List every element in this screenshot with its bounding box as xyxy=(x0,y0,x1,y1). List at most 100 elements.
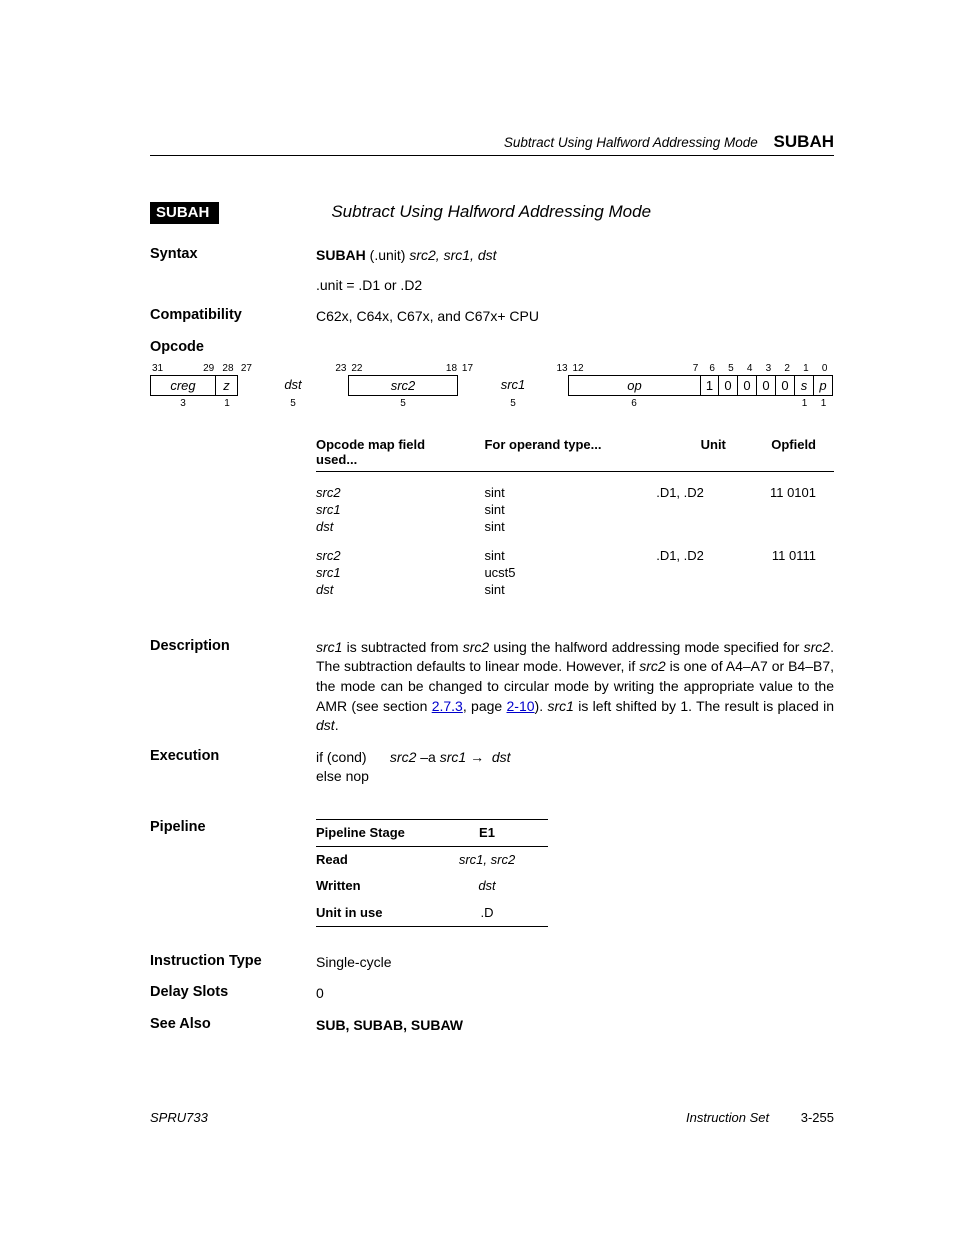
link-page[interactable]: 2-10 xyxy=(507,698,535,714)
section-execution: Execution if (cond) src2 –a src1 → dst e… xyxy=(150,748,834,787)
bit-num: 6 xyxy=(703,363,722,374)
arg: dst xyxy=(492,749,511,765)
field-src2: src2 xyxy=(348,375,458,396)
cell: src1 xyxy=(316,502,341,517)
bit-num: 18 xyxy=(446,363,457,374)
cell: src2 xyxy=(316,485,341,500)
instruction-title: Subtract Using Halfword Addressing Mode xyxy=(331,202,651,222)
cell: sint xyxy=(484,484,638,501)
pipeline-table: Pipeline Stage E1 Readsrc1, src2 Written… xyxy=(316,819,548,927)
bit-boxes: creg z dst src2 src1 op 1 0 0 0 0 s p xyxy=(150,375,834,396)
bit-num: 2 xyxy=(778,363,797,374)
arg: src2 xyxy=(804,639,830,655)
bit-num: 5 xyxy=(721,363,740,374)
cell: .D1, .D2 xyxy=(638,484,744,501)
field-src1: src1 xyxy=(458,375,568,396)
text: ). xyxy=(535,698,548,714)
col-header: For operand type... xyxy=(484,433,638,472)
field-bit5: 0 xyxy=(719,375,738,396)
field-dst: dst xyxy=(238,375,348,396)
syntax-content: SUBAH (.unit) src2, src1, dst .unit = .D… xyxy=(316,246,834,295)
description-label: Description xyxy=(150,638,316,654)
text: is subtracted from xyxy=(342,639,462,655)
row-label: Unit in use xyxy=(316,905,382,920)
arg: src1 xyxy=(316,639,342,655)
arg: src2 xyxy=(390,749,416,765)
table-row: Unit in use .D xyxy=(316,900,548,927)
section-pipeline: Pipeline Pipeline Stage E1 Readsrc1, src… xyxy=(150,819,834,927)
opcode-label: Opcode xyxy=(150,339,316,355)
field-s: s xyxy=(795,375,814,396)
text: else nop xyxy=(316,768,369,784)
field-bit3: 0 xyxy=(757,375,776,396)
field-creg: creg xyxy=(150,375,216,396)
instr-type-label: Instruction Type xyxy=(150,953,316,969)
running-head: Subtract Using Halfword Addressing Mode … xyxy=(504,132,834,152)
field-bit2: 0 xyxy=(776,375,795,396)
table-row: src1ucst5 xyxy=(316,564,834,581)
bit-num: 28 xyxy=(217,363,239,374)
arg: src2 xyxy=(639,658,665,674)
instr-type-value: Single-cycle xyxy=(316,953,834,973)
cell: .D xyxy=(452,900,548,927)
arg: dst xyxy=(316,717,335,733)
chapter-title: Instruction Set xyxy=(686,1110,769,1125)
opcode-diagram: 31 29 28 27 23 22 18 17 13 12 7 6 5 4 3 … xyxy=(150,363,834,409)
col-header: Opfield xyxy=(744,433,834,472)
section-delay-slots: Delay Slots 0 xyxy=(150,984,834,1004)
width: 3 xyxy=(150,398,216,409)
section-syntax: Syntax SUBAH (.unit) src2, src1, dst .un… xyxy=(150,246,834,295)
bit-numbers: 31 29 28 27 23 22 18 17 13 12 7 6 5 4 3 … xyxy=(150,363,834,374)
cell: ucst5 xyxy=(484,564,638,581)
width: 5 xyxy=(348,398,458,409)
width: 1 xyxy=(795,398,814,409)
table-row: dstsint xyxy=(316,581,834,598)
table-row: Pipeline Stage E1 xyxy=(316,819,548,846)
width: 5 xyxy=(458,398,568,409)
section-description: Description src1 is subtracted from src2… xyxy=(150,638,834,736)
compat-label: Compatibility xyxy=(150,307,316,323)
row-label: Read xyxy=(316,852,348,867)
page-number: 3-255 xyxy=(801,1110,834,1125)
arg: src1 xyxy=(440,749,466,765)
syntax-args: src2, src1, dst xyxy=(409,247,496,263)
text: using the halfword addressing mode speci… xyxy=(489,639,803,655)
section-instruction-type: Instruction Type Single-cycle xyxy=(150,953,834,973)
cell: dst xyxy=(478,878,495,893)
syntax-label: Syntax xyxy=(150,246,316,262)
bit-num: 17 xyxy=(460,363,571,374)
compat-text: C62x, C64x, C67x, and C67x+ CPU xyxy=(316,307,834,327)
table-row: src2sint.D1, .D211 0111 xyxy=(316,547,834,564)
see-also-label: See Also xyxy=(150,1016,316,1032)
cell: sint xyxy=(484,547,638,564)
doc-id: SPRU733 xyxy=(150,1110,208,1125)
syntax-unit: (.unit) xyxy=(366,247,410,263)
bit-num: 4 xyxy=(740,363,759,374)
cell: src2 xyxy=(316,548,341,563)
field-p: p xyxy=(814,375,833,396)
cell: src1, src2 xyxy=(459,852,515,867)
table-row: Opcode map field used... For operand typ… xyxy=(316,433,834,472)
bit-num: 23 xyxy=(335,363,346,374)
width: 1 xyxy=(216,398,238,409)
field-bit6: 1 xyxy=(700,375,719,396)
section-compatibility: Compatibility C62x, C64x, C67x, and C67x… xyxy=(150,307,834,327)
bit-num: 13 xyxy=(556,363,567,374)
bit-num: 27 xyxy=(239,363,350,374)
bit-num: 29 xyxy=(203,363,214,374)
page-footer: SPRU733 Instruction Set 3-255 xyxy=(150,1110,834,1125)
bit-num: 12 xyxy=(570,363,702,374)
text: is left shifted by 1. The result is plac… xyxy=(574,698,834,714)
table-row: src2sint.D1, .D211 0101 xyxy=(316,484,834,501)
bit-num: 22 xyxy=(349,363,460,374)
width: 6 xyxy=(568,398,700,409)
syntax-mnemonic: SUBAH xyxy=(316,247,366,263)
title-row: SUBAH Subtract Using Halfword Addressing… xyxy=(150,202,834,224)
link-section[interactable]: 2.7.3 xyxy=(432,698,463,714)
delay-slots-label: Delay Slots xyxy=(150,984,316,1000)
execution-text: if (cond) src2 –a src1 → dst else nop xyxy=(316,748,834,787)
header-rule xyxy=(150,155,834,156)
cell: sint xyxy=(484,518,638,535)
arg: src1 xyxy=(547,698,573,714)
text: , page xyxy=(463,698,507,714)
